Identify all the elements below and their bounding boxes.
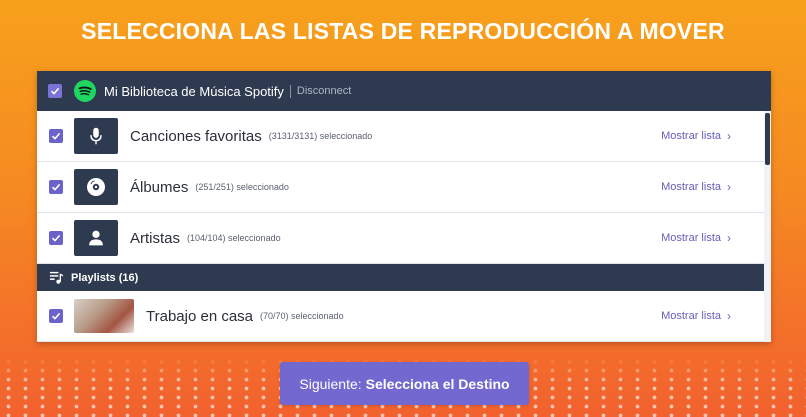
chevron-right-icon: › [727,129,731,143]
playlists-section-header: Playlists (16) [37,264,771,291]
playlist-icon [49,271,64,284]
person-icon [74,220,118,256]
show-list-link[interactable]: Mostrar lista › [661,231,731,245]
row-checkbox[interactable] [49,309,63,323]
list-item[interactable]: Canciones favoritas (3131/3131) seleccio… [37,111,771,162]
header-divider [289,84,291,98]
playlist-cover-image [74,299,134,333]
library-name: Mi Biblioteca de Música Spotify [104,83,284,99]
show-list-link[interactable]: Mostrar lista › [661,309,731,323]
row-title: Álbumes [130,178,189,196]
scrollbar-thumb[interactable] [765,113,770,165]
check-icon [50,87,60,95]
list-item[interactable]: Álbumes (251/251) seleccionado Mostrar l… [37,162,771,213]
row-title: Artistas [130,229,181,247]
row-checkbox[interactable] [49,231,63,245]
row-title: Trabajo en casa [146,307,254,325]
show-list-label: Mostrar lista [661,181,721,193]
page-title: SELECCIONA LAS LISTAS DE REPRODUCCIÓN A … [81,18,725,44]
show-list-link[interactable]: Mostrar lista › [661,129,731,143]
library-header: Mi Biblioteca de Música Spotify Disconne… [37,71,771,111]
row-checkbox[interactable] [49,129,63,143]
row-title: Canciones favoritas [130,127,262,145]
list-item[interactable]: Trabajo en casa (70/70) seleccionado Mos… [37,291,771,342]
spotify-icon [74,80,96,102]
chevron-right-icon: › [727,231,731,245]
microphone-icon [74,118,118,154]
list-item[interactable]: Artistas (104/104) seleccionado Mostrar … [37,213,771,264]
chevron-right-icon: › [727,309,731,323]
row-count: (70/70) seleccionado [260,311,344,321]
check-icon [51,132,61,140]
disconnect-link[interactable]: Disconnect [297,85,351,97]
next-button-label: Selecciona el Destino [365,375,510,392]
row-checkbox[interactable] [49,180,63,194]
playlists-count-label: Playlists (16) [71,271,139,284]
show-list-label: Mostrar lista [661,232,721,244]
library-checkbox[interactable] [48,84,62,98]
row-count: (3131/3131) seleccionado [268,131,373,141]
next-button[interactable]: Siguiente: Selecciona el Destino [280,362,529,405]
show-list-label: Mostrar lista [661,310,721,322]
show-list-label: Mostrar lista [661,130,721,142]
check-icon [51,234,61,242]
next-button-prefix: Siguiente: [299,375,362,392]
show-list-link[interactable]: Mostrar lista › [661,180,731,194]
chevron-right-icon: › [727,180,731,194]
check-icon [51,183,61,191]
row-count: (104/104) seleccionado [187,233,281,243]
row-count: (251/251) seleccionado [195,182,289,192]
check-icon [51,312,61,320]
library-panel: Mi Biblioteca de Música Spotify Disconne… [37,71,771,342]
disc-icon [74,169,118,205]
